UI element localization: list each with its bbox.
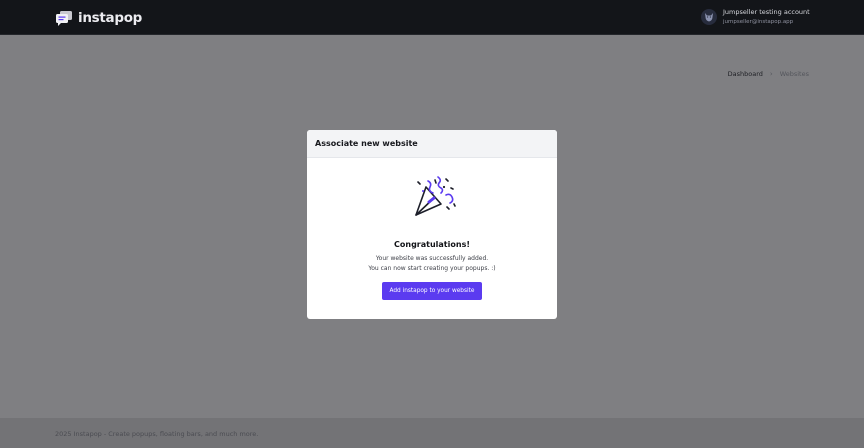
- brand-logo[interactable]: instapop: [55, 9, 142, 27]
- breadcrumb-current: Websites: [779, 70, 809, 78]
- footer-text: 2025 Instapop - Create popups, floating …: [55, 430, 259, 438]
- account-email: jumpseller@instapop.app: [723, 18, 794, 25]
- next-step-message: You can now start creating your popups. …: [368, 265, 496, 272]
- modal-header: Associate new website: [307, 130, 557, 158]
- top-navbar: instapop Jumpseller testing account jump…: [0, 0, 864, 35]
- congrats-heading: Congratulations!: [394, 240, 470, 249]
- associate-website-modal: Associate new website Congratulations! Y…: [307, 130, 557, 319]
- add-instapop-button[interactable]: Add instapop to your website: [382, 282, 482, 300]
- chat-bubbles-logo-icon: [56, 11, 72, 26]
- breadcrumb: Dashboard › Websites: [728, 70, 809, 78]
- party-popper-icon: [408, 174, 458, 228]
- brand-name: instapop: [78, 10, 143, 26]
- account-menu[interactable]: Jumpseller testing account jumpseller@in…: [701, 9, 810, 25]
- account-name: Jumpseller testing account: [723, 8, 810, 16]
- breadcrumb-dashboard-link[interactable]: Dashboard: [728, 70, 763, 78]
- success-message: Your website was successfully added.: [375, 255, 489, 262]
- wolf-avatar-icon: [701, 9, 717, 25]
- breadcrumb-separator-icon: ›: [769, 70, 773, 78]
- modal-title: Associate new website: [315, 139, 418, 148]
- footer: 2025 Instapop - Create popups, floating …: [0, 418, 864, 448]
